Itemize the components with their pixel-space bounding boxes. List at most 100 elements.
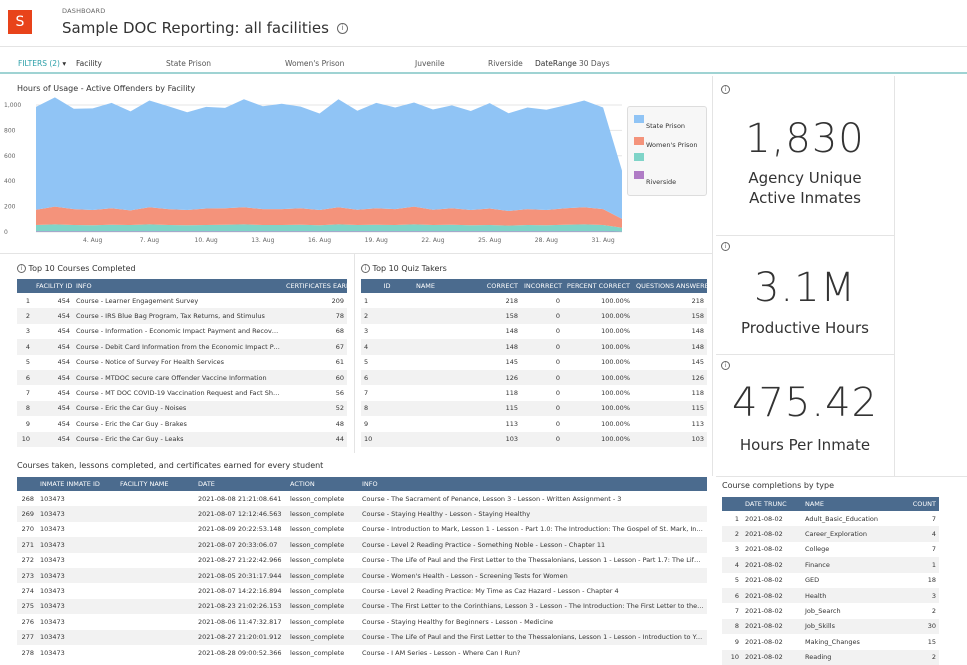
- table-row[interactable]: 273 103473 2021-08-05 20:31:17.944 lesson_c…: [17, 567, 707, 584]
- certificates-cell: 67: [283, 339, 347, 355]
- filter-value-womens-prison[interactable]: Women's Prison: [285, 59, 344, 68]
- filter-value-riverside[interactable]: Riverside: [488, 59, 523, 68]
- table-row[interactable]: 9 2021-08-02 Making_Changes 15: [722, 634, 939, 649]
- column-header[interactable]: NAME: [802, 497, 897, 511]
- inmate-id-cell: 103473: [40, 648, 65, 657]
- column-header[interactable]: CORRECT: [481, 279, 521, 293]
- column-header[interactable]: FACILITY ID: [33, 279, 73, 293]
- table-row[interactable]: 278 103473 2021-08-28 09:00:52.366 lesson_c…: [17, 645, 707, 660]
- table-row[interactable]: 7 454 Course - MT DOC COVID-19 Vaccination…: [17, 385, 347, 400]
- table-row[interactable]: 271 103473 2021-08-07 20:33:06.07 lesson_co…: [17, 537, 707, 553]
- course-info-cell: Course - Eric the Car Guy - Brakes: [76, 419, 187, 428]
- table-row[interactable]: 276 103473 2021-08-06 11:47:32.817 lesson_c…: [17, 614, 707, 629]
- info-icon[interactable]: i: [17, 264, 26, 273]
- table-row[interactable]: 1 218 0 100.00% 218: [361, 293, 707, 308]
- table-row[interactable]: 2 158 0 100.00% 158: [361, 308, 707, 324]
- row-index: 275: [17, 598, 37, 615]
- table-row[interactable]: 6 2021-08-02 Health 3: [722, 587, 939, 604]
- table-row[interactable]: 8 2021-08-02 Job_Skills 30: [722, 618, 939, 635]
- legend-label-state-prison[interactable]: State Prison: [646, 122, 685, 130]
- column-header[interactable]: ID: [361, 279, 413, 293]
- table-row[interactable]: 269 103473 2021-08-07 12:12:46.563 lesson_c…: [17, 506, 707, 522]
- table-row[interactable]: 275 103473 2021-08-23 21:02:26.153 lesson_c…: [17, 598, 707, 615]
- table-row[interactable]: 10 103 0 100.00% 103: [361, 431, 707, 447]
- column-header[interactable]: [17, 477, 37, 491]
- table-row[interactable]: 277 103473 2021-08-27 21:20:01.912 lesson_c…: [17, 629, 707, 645]
- column-header[interactable]: COUNT: [897, 497, 939, 511]
- table-row[interactable]: 3 2021-08-02 College 7: [722, 542, 939, 557]
- table-row[interactable]: 8 454 Course - Eric the Car Guy - Noises 52: [17, 400, 347, 417]
- column-header[interactable]: QUESTIONS ANSWERE: [633, 279, 707, 293]
- area-series-state-prison[interactable]: [36, 97, 622, 219]
- table-row[interactable]: 3 148 0 100.00% 148: [361, 324, 707, 339]
- table-row[interactable]: 8 115 0 100.00% 115: [361, 400, 707, 417]
- table-row[interactable]: 2 2021-08-02 Career_Exploration 4: [722, 526, 939, 542]
- completions-table: DATE TRUNC NAME COUNT 1 2021-08-02 Adult_B…: [722, 497, 939, 665]
- table-row[interactable]: 1 2021-08-02 Adult_Basic_Education 7: [722, 511, 939, 526]
- row-index: 10: [17, 431, 33, 447]
- table-row[interactable]: 6 126 0 100.00% 126: [361, 369, 707, 386]
- info-icon[interactable]: i: [721, 85, 730, 94]
- count-cell: 2: [931, 607, 936, 616]
- daterange-filter-value[interactable]: 30 Days: [579, 59, 610, 68]
- table-row[interactable]: 2 454 Course - IRS Blue Bag Program, Tax R…: [17, 308, 347, 324]
- column-header[interactable]: ACTION: [287, 477, 359, 491]
- area-series-juvenile[interactable]: [36, 224, 622, 232]
- table-row[interactable]: 4 148 0 100.00% 148: [361, 339, 707, 355]
- column-header[interactable]: INFO: [73, 279, 283, 293]
- date-trunc-cell: 2021-08-02: [742, 618, 802, 635]
- filter-value-state-prison[interactable]: State Prison: [166, 59, 211, 68]
- column-header[interactable]: FACILITY NAME: [117, 477, 195, 491]
- legend-label-womens-prison[interactable]: Women's Prison: [646, 141, 697, 149]
- app-logo[interactable]: S: [8, 10, 32, 34]
- kpi-label: Agency Unique Active Inmates: [748, 169, 862, 207]
- column-header[interactable]: DATE TRUNC: [742, 497, 802, 511]
- info-icon[interactable]: i: [361, 264, 370, 273]
- table-row[interactable]: 1 454 Course - Learner Engagement Survey 20…: [17, 293, 347, 308]
- area-series-riverside[interactable]: [36, 231, 622, 232]
- info-icon[interactable]: i: [336, 23, 348, 34]
- table-row[interactable]: 10 2021-08-02 Reading 2: [722, 649, 939, 665]
- info-icon[interactable]: i: [721, 242, 730, 251]
- table-row[interactable]: 3 454 Course - Information - Economic Impa…: [17, 324, 347, 339]
- table-row[interactable]: 7 118 0 100.00% 118: [361, 385, 707, 400]
- facility-name-cell: [117, 614, 195, 629]
- legend-label-riverside[interactable]: Riverside: [646, 178, 676, 186]
- table-row[interactable]: 7 2021-08-02 Job_Search 2: [722, 603, 939, 618]
- completion-name-cell: Adult_Basic_Education: [805, 514, 879, 523]
- column-header[interactable]: PERCENT CORRECT: [563, 279, 633, 293]
- table-row[interactable]: 10 454 Course - Eric the Car Guy - Leaks 44: [17, 431, 347, 447]
- column-header[interactable]: INCORRECT: [521, 279, 563, 293]
- column-header[interactable]: CERTIFICATES EARNI: [283, 279, 347, 293]
- x-tick-label: 22. Aug: [421, 237, 444, 244]
- filters-toggle[interactable]: FILTERS (2) ▾: [18, 59, 66, 68]
- table-row[interactable]: 5 145 0 100.00% 145: [361, 355, 707, 370]
- column-header[interactable]: NAME: [413, 279, 481, 293]
- table-row[interactable]: 9 454 Course - Eric the Car Guy - Brakes 48: [17, 416, 347, 431]
- table-row[interactable]: 4 2021-08-02 Finance 1: [722, 557, 939, 573]
- table-row[interactable]: 5 2021-08-02 GED 18: [722, 573, 939, 588]
- column-header[interactable]: INFO: [359, 477, 707, 491]
- filter-value-juvenile[interactable]: Juvenile: [415, 59, 445, 68]
- table-row[interactable]: 6 454 Course - MTDOC secure care Offender …: [17, 369, 347, 386]
- column-header[interactable]: INMATE INMATE ID: [37, 477, 117, 491]
- table-row[interactable]: 272 103473 2021-08-27 21:22:42.966 lesson_c…: [17, 553, 707, 568]
- x-tick-label: 7. Aug: [140, 237, 160, 244]
- top-quiz-title-text: Top 10 Quiz Takers: [372, 264, 447, 273]
- breadcrumb[interactable]: DASHBOARD: [62, 7, 105, 15]
- column-header[interactable]: [722, 497, 742, 511]
- column-header[interactable]: [17, 279, 33, 293]
- completion-name-cell: Reading: [802, 649, 897, 665]
- table-row[interactable]: 270 103473 2021-08-09 20:22:53.148 lesson_c…: [17, 522, 707, 537]
- table-row[interactable]: 268 103473 2021-08-08 21:21:08.641 lesson_c…: [17, 491, 707, 506]
- table-row[interactable]: 5 454 Course - Notice of Survey For Health…: [17, 355, 347, 370]
- facility-id-cell: 454: [57, 358, 70, 367]
- table-row[interactable]: 4 454 Course - Debit Card Information from…: [17, 339, 347, 355]
- info-icon[interactable]: i: [721, 361, 730, 370]
- column-header[interactable]: DATE: [195, 477, 287, 491]
- x-tick-label: 28. Aug: [535, 237, 558, 244]
- usage-area-chart[interactable]: 0 200 400 600 800 1,000 4. Aug 7. Aug 10. Aug 13.…: [0, 96, 712, 248]
- table-row[interactable]: 9 113 0 100.00% 113: [361, 416, 707, 431]
- area-series-women-s-prison[interactable]: [36, 206, 622, 228]
- table-row[interactable]: 274 103473 2021-08-07 14:22:16.894 lesson_c…: [17, 583, 707, 598]
